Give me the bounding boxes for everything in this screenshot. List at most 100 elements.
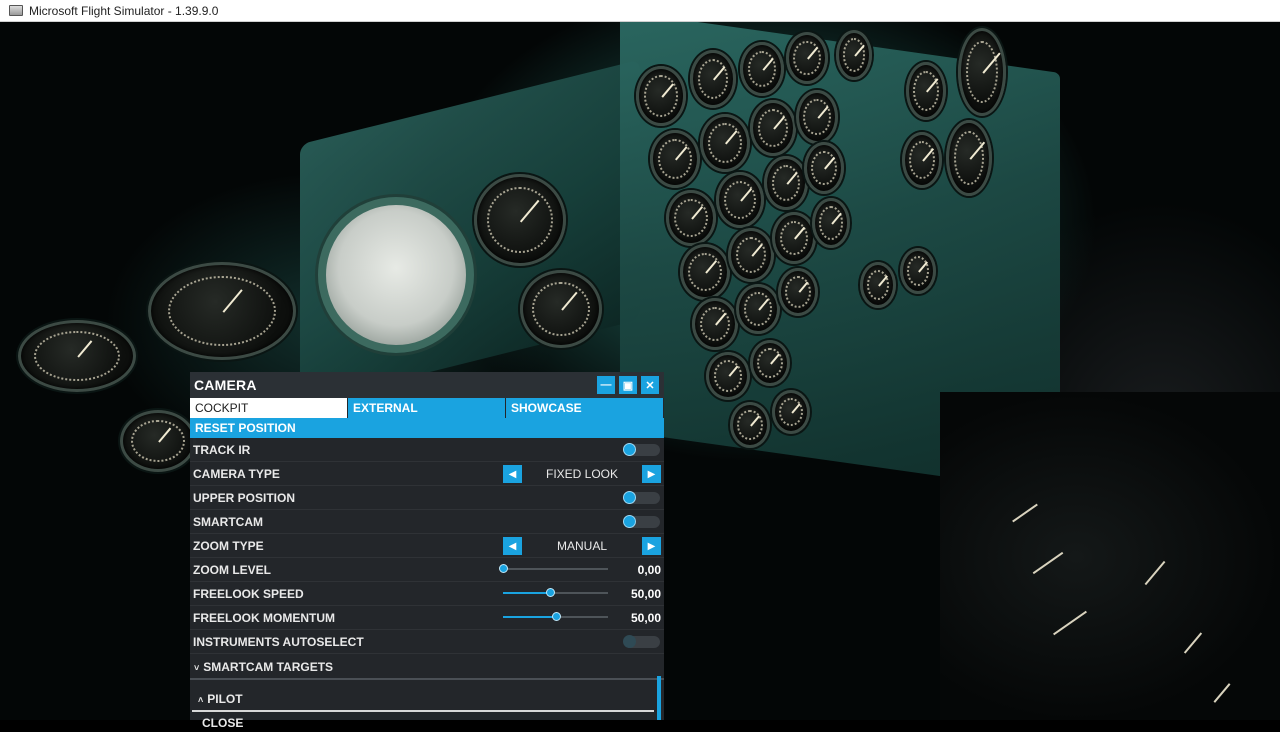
gauge (786, 32, 828, 84)
reset-position-button[interactable]: RESET POSITION (190, 418, 664, 438)
setting-label: FREELOOK MOMENTUM (193, 611, 335, 625)
setting-freelook-speed: FREELOOK SPEED 50,00 (190, 582, 664, 606)
gauge (796, 90, 838, 144)
freelook-speed-value: 50,00 (630, 587, 661, 601)
throttle-quadrant (940, 392, 1280, 720)
gauge (18, 320, 136, 392)
gauge (740, 42, 784, 96)
setting-label: SMARTCAM (193, 515, 263, 529)
window-title-bar[interactable]: Microsoft Flight Simulator - 1.39.9.0 (0, 0, 1280, 22)
gauge (750, 340, 790, 386)
panel-scrollbar[interactable] (657, 676, 661, 720)
setting-label: TRACK IR (193, 443, 251, 457)
freelook-momentum-slider[interactable] (503, 612, 608, 621)
setting-track-ir: TRACK IR (190, 438, 664, 462)
tab-cockpit[interactable]: COCKPIT (190, 398, 347, 418)
gauge (730, 402, 770, 448)
gauge (804, 142, 844, 194)
gauge (706, 352, 750, 400)
toggle-knob (623, 635, 636, 648)
chevron-up-icon: ˄ (198, 695, 204, 705)
zoom-level-slider[interactable] (499, 564, 608, 573)
close-target-item[interactable]: CLOSE (192, 712, 654, 732)
close-button[interactable]: ✕ (641, 376, 659, 394)
gauge (650, 130, 700, 188)
camera-type-prev-button[interactable]: ◀ (503, 465, 522, 483)
window-icon: ▣ (622, 379, 634, 392)
gauge (772, 390, 810, 434)
gauge (750, 100, 796, 156)
slider-thumb[interactable] (499, 564, 508, 573)
toggle-knob (623, 443, 636, 456)
camera-type-next-button[interactable]: ▶ (642, 465, 661, 483)
gauge (666, 190, 716, 246)
camera-panel-header[interactable]: CAMERA — ▣ ✕ (190, 372, 664, 398)
zoom-type-prev-button[interactable]: ◀ (503, 537, 522, 555)
setting-label: CAMERA TYPE (193, 467, 280, 481)
zoom-type-value: MANUAL (556, 539, 607, 553)
gauge (716, 172, 764, 228)
gauge (772, 212, 816, 264)
tab-showcase[interactable]: SHOWCASE (506, 398, 663, 418)
gauge (958, 28, 1006, 116)
gauge (812, 198, 850, 248)
minimize-icon: — (600, 379, 612, 391)
gauge (778, 268, 818, 316)
slider-fill (503, 592, 551, 594)
camera-panel: CAMERA — ▣ ✕ COCKPIT EXTERNAL SHOWCASE R… (190, 372, 664, 730)
gauge (700, 114, 750, 172)
upper-position-toggle[interactable] (623, 491, 660, 504)
camera-type-value: FIXED LOOK (545, 467, 619, 481)
pilot-label: PILOT (207, 692, 243, 706)
setting-label: ZOOM TYPE (193, 539, 264, 553)
close-target-label: CLOSE (202, 716, 244, 730)
setting-zoom-level: ZOOM LEVEL 0,00 (190, 558, 664, 582)
slider-thumb[interactable] (546, 588, 556, 597)
toggle-knob (623, 491, 636, 504)
gauge (680, 244, 730, 300)
setting-upper-position: UPPER POSITION (190, 486, 664, 510)
zoom-level-value: 0,00 (637, 563, 661, 577)
tab-external[interactable]: EXTERNAL (348, 398, 505, 418)
setting-zoom-type: ZOOM TYPE ◀ MANUAL ▶ (190, 534, 664, 558)
camera-panel-title: CAMERA (194, 377, 257, 393)
gauge (946, 120, 992, 196)
gauge (836, 30, 872, 80)
gauge (636, 66, 686, 126)
pilot-section[interactable]: ˄ PILOT (192, 684, 654, 712)
smartcam-targets-section[interactable]: ˅ SMARTCAM TARGETS (190, 654, 664, 680)
zoom-type-next-button[interactable]: ▶ (642, 537, 661, 555)
chevron-right-icon: ▶ (647, 468, 656, 480)
instruments-autoselect-toggle[interactable] (623, 635, 660, 648)
toggle-knob (623, 515, 636, 528)
gauge (906, 62, 946, 120)
gauge (764, 156, 808, 210)
smartcam-toggle[interactable] (623, 515, 660, 528)
setting-label: INSTRUMENTS AUTOSELECT (193, 635, 364, 649)
setting-smartcam: SMARTCAM (190, 510, 664, 534)
setting-label: ZOOM LEVEL (193, 563, 271, 577)
chevron-right-icon: ▶ (647, 540, 656, 552)
gauge (900, 248, 936, 294)
window-title: Microsoft Flight Simulator - 1.39.9.0 (29, 3, 219, 18)
camera-tabs: COCKPIT EXTERNAL SHOWCASE (190, 398, 664, 418)
close-icon: ✕ (645, 379, 655, 392)
slider-fill (503, 616, 556, 618)
freelook-momentum-value: 50,00 (630, 611, 661, 625)
slider-thumb[interactable] (551, 612, 561, 621)
minimize-button[interactable]: — (597, 376, 615, 394)
undock-button[interactable]: ▣ (619, 376, 637, 394)
attitude-indicator (318, 197, 474, 353)
setting-label: UPPER POSITION (193, 491, 296, 505)
subsection-header: ˄ PILOT (198, 692, 243, 706)
app-icon (9, 5, 23, 16)
chevron-down-icon: ˅ (194, 663, 200, 673)
chevron-left-icon: ◀ (508, 468, 517, 480)
setting-freelook-momentum: FREELOOK MOMENTUM 50,00 (190, 606, 664, 630)
gauge (736, 284, 780, 334)
setting-label: FREELOOK SPEED (193, 587, 304, 601)
freelook-speed-slider[interactable] (503, 588, 608, 597)
track-ir-toggle[interactable] (623, 443, 660, 456)
gauge (474, 174, 566, 266)
chevron-left-icon: ◀ (508, 540, 517, 552)
